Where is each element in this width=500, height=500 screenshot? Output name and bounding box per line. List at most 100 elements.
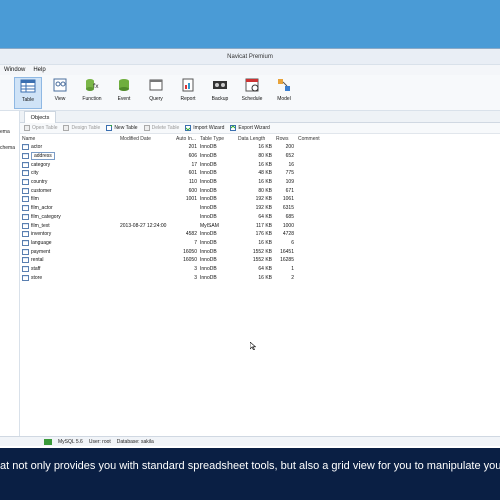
cell-auto-increment: 4582 [185,231,197,238]
table-name: inventory [31,231,52,238]
cell-auto-increment: 1001 [185,196,197,203]
cell-name: rental [22,257,120,264]
cell-data-length: 16 KB [258,144,272,151]
toolbar-view-button[interactable]: View [46,77,74,102]
column-header-name[interactable]: Name [22,136,120,142]
table-icon [22,239,29,246]
toolbar-event-button[interactable]: Event [110,77,138,102]
window-title: Navicat Premium [227,53,273,60]
backup-icon [213,81,227,89]
column-header-data-length[interactable]: Data Length [238,136,276,142]
table-row[interactable]: language 7 InnoDB 16 KB 6 [22,239,500,248]
delete-table-icon [143,125,150,131]
column-header-rows[interactable]: Rows [276,136,298,142]
toolbar-function-button[interactable]: fx Function [78,77,106,102]
toolbar-backup-button[interactable]: Backup [206,77,234,102]
tree-item-schema-2[interactable]: chema [0,145,15,151]
table-row[interactable]: staff 3 InnoDB 64 KB 1 [22,265,500,274]
cell-name: payment [22,248,120,255]
table-row[interactable]: rental 16050 InnoDB 1552 KB 16285 [22,256,500,265]
toolbar-model-button[interactable]: Model [270,77,298,102]
table-name: address [31,152,55,161]
cell-rows: 685 [285,213,294,220]
cell-table-type: InnoDB [200,187,217,194]
menu-help[interactable]: Help [33,67,45,73]
table-row[interactable]: store 3 InnoDB 16 KB 2 [22,273,500,282]
cell-auto-increment: 601 [188,170,197,177]
table-row[interactable]: country 110 InnoDB 16 KB 109 [22,178,500,187]
table-row[interactable]: address 606 InnoDB 80 KB 652 [22,152,500,161]
cell-name: customer [22,187,120,194]
import-wizard-icon [185,125,192,131]
cell-table-type: InnoDB [200,153,217,160]
table-row[interactable]: city 601 InnoDB 48 KB 775 [22,169,500,178]
cell-auto-increment: 7 [194,239,197,246]
open-table-icon [24,125,30,131]
design-table-button[interactable]: Design Table [63,125,100,131]
status-database: Database: sakila [116,438,154,445]
table-row[interactable]: film_category InnoDB 64 KB 685 [22,213,500,222]
cell-name: staff [22,265,120,272]
cell-name: category [22,161,120,168]
table-name: payment [31,248,51,255]
cell-rows: 652 [285,153,294,160]
column-header-table-type[interactable]: Table Type [200,136,238,142]
menu-bar: Window Help [0,65,500,75]
cell-name: film_category [22,213,120,220]
column-header-comment[interactable]: Comment [298,136,328,142]
table-name: film_category [31,213,61,220]
tree-item-schema-1[interactable]: ema [0,129,10,135]
caption-text: at not only provides you with standard s… [0,460,500,472]
cell-auto-increment: 600 [188,187,197,194]
toolbar-table-button[interactable]: Table [14,77,42,109]
cell-name: inventory [22,231,120,238]
open-table-button[interactable]: Open Table [24,125,57,131]
import-wizard-button[interactable]: Import Wizard [185,125,224,131]
table-name: rental [31,257,44,264]
cell-table-type: InnoDB [200,179,217,186]
cell-rows: 671 [285,187,294,194]
cell-table-type: InnoDB [200,231,217,238]
objects-tab-bar: Objects [20,111,500,123]
tables-grid: Name Modified Date Auto In... Table Type… [22,134,500,282]
status-bar: MySQL 5.6 User: root Database: sakila [0,436,500,446]
cell-rows: 1 [291,265,294,272]
table-name: category [31,161,51,168]
cell-data-length: 80 KB [258,187,272,194]
column-header-modified-date[interactable]: Modified Date [120,136,176,142]
table-row[interactable]: payment 16050 InnoDB 1552 KB 16451 [22,247,500,256]
delete-table-button[interactable]: Delete Table [143,125,179,131]
new-table-button[interactable]: New Table [106,125,138,131]
model-icon [278,79,290,91]
table-row[interactable]: category 17 InnoDB 16 KB 16 [22,160,500,169]
column-header-auto-increment[interactable]: Auto In... [176,136,200,142]
cell-table-type: InnoDB [200,213,217,220]
view-icon [53,78,67,92]
toolbar-report-button[interactable]: Report [174,77,202,102]
cell-data-length: 64 KB [258,213,272,220]
cell-rows: 200 [285,144,294,151]
table-icon [22,144,29,151]
table-row[interactable]: film_actor InnoDB 192 KB 6315 [22,204,500,213]
connection-tree: ema chema [0,111,20,439]
cell-data-length: 80 KB [258,153,272,160]
toolbar-query-button[interactable]: Query [142,77,170,102]
table-row[interactable]: film_text 2013-08-27 12:24:00 MyISAM 117 KB… [22,221,500,230]
table-row[interactable]: inventory 4582 InnoDB 176 KB 4728 [22,230,500,239]
table-icon [22,153,29,160]
cell-rows: 775 [285,170,294,177]
export-wizard-button[interactable]: Export Wizard [230,125,270,131]
toolbar-schedule-button[interactable]: Schedule [238,77,266,102]
cell-data-length: 192 KB [255,196,272,203]
table-row[interactable]: actor 201 InnoDB 16 KB 200 [22,143,500,152]
cell-data-length: 16 KB [258,239,272,246]
tab-objects[interactable]: Objects [24,111,56,123]
table-icon [22,222,29,229]
cell-table-type: InnoDB [200,257,217,264]
cell-name: city [22,170,120,177]
cell-data-length: 117 KB [255,222,272,229]
table-row[interactable]: film 1001 InnoDB 192 KB 1061 [22,195,500,204]
menu-window[interactable]: Window [4,67,25,73]
table-row[interactable]: customer 600 InnoDB 80 KB 671 [22,186,500,195]
table-icon [22,205,29,212]
